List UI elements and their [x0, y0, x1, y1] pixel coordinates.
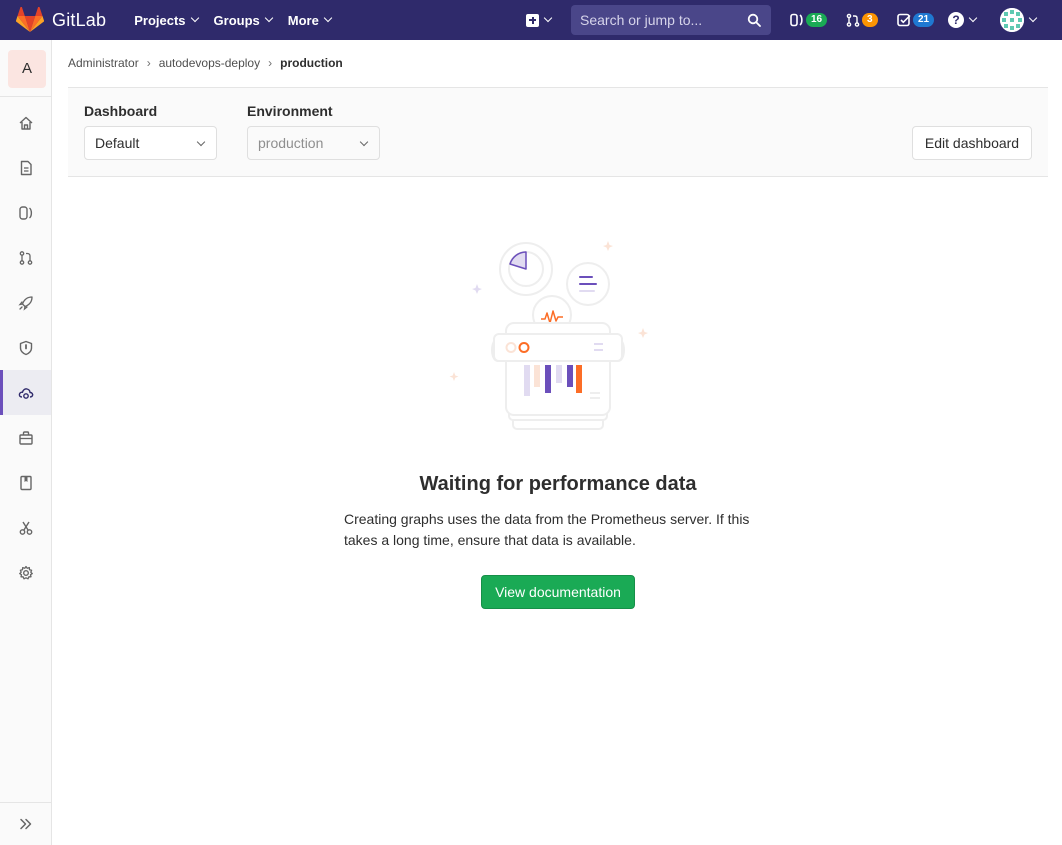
brand-link[interactable]: GitLab	[16, 0, 106, 40]
project-avatar[interactable]: A	[8, 50, 46, 88]
todo-check-icon	[897, 13, 911, 27]
environment-dropdown-value: production	[258, 135, 324, 151]
sidebar-divider	[0, 96, 51, 97]
dashboard-dropdown[interactable]: Default	[84, 126, 217, 160]
identicon-icon	[1000, 8, 1024, 32]
dashboard-controls: Dashboard Default Environment production…	[68, 87, 1048, 177]
dashboard-dropdown-value: Default	[95, 135, 140, 151]
sidebar-item-wiki[interactable]	[0, 460, 51, 505]
menu-groups-label: Groups	[213, 12, 260, 28]
sidebar-item-cicd[interactable]	[0, 280, 51, 325]
merge-requests-count-badge: 3	[862, 13, 878, 27]
sidebar-item-security[interactable]	[0, 325, 51, 370]
breadcrumb-namespace[interactable]: Administrator	[68, 56, 139, 70]
chevron-down-icon	[359, 137, 369, 147]
todos-counter[interactable]: 21	[897, 0, 935, 40]
merge-request-icon	[19, 250, 32, 265]
menu-projects-label: Projects	[134, 12, 186, 28]
sidebar-item-packages[interactable]	[0, 415, 51, 460]
repository-icon	[20, 160, 32, 175]
view-documentation-button[interactable]: View documentation	[481, 575, 635, 609]
issues-count-badge: 16	[806, 13, 828, 27]
shield-icon	[19, 340, 32, 355]
question-mark-icon: ?	[948, 12, 964, 28]
chevron-down-icon	[196, 137, 206, 147]
project-sidebar: A	[0, 40, 52, 845]
environment-label: Environment	[247, 103, 333, 119]
monitoring-illustration	[449, 241, 648, 430]
chevron-down-icon	[968, 13, 978, 23]
search-box	[571, 5, 771, 35]
todos-count-badge: 21	[913, 13, 935, 27]
issues-icon	[790, 13, 803, 27]
merge-requests-counter[interactable]: 3	[846, 0, 878, 40]
environment-dropdown[interactable]: production	[247, 126, 380, 160]
user-menu-button[interactable]	[1000, 0, 1038, 40]
collapse-sidebar-button[interactable]	[0, 802, 51, 845]
snippets-icon	[19, 521, 32, 535]
breadcrumb-project[interactable]: autodevops-deploy	[159, 56, 260, 70]
edit-dashboard-button[interactable]: Edit dashboard	[912, 126, 1032, 160]
menu-more[interactable]: More	[280, 0, 339, 40]
issues-counter[interactable]: 16	[790, 0, 828, 40]
breadcrumb-separator-icon: ›	[268, 56, 273, 70]
chevron-down-icon	[264, 13, 274, 23]
empty-state-title: Waiting for performance data	[419, 473, 697, 495]
dashboard-label: Dashboard	[84, 103, 158, 119]
breadcrumb-current[interactable]: production	[280, 56, 343, 70]
sidebar-item-repository[interactable]	[0, 145, 51, 190]
home-icon	[19, 116, 32, 130]
breadcrumb-separator-icon: ›	[146, 56, 151, 70]
sidebar-item-project-overview[interactable]	[0, 100, 51, 145]
search-input[interactable]	[580, 12, 740, 28]
merge-request-icon	[846, 13, 860, 27]
chevron-down-icon	[543, 13, 553, 23]
rocket-icon	[17, 295, 33, 311]
double-chevron-right-icon	[19, 818, 31, 830]
new-item-button[interactable]	[520, 0, 557, 40]
chevron-down-icon	[190, 13, 199, 23]
brand-name: GitLab	[52, 9, 107, 30]
avatar	[1000, 8, 1024, 32]
chevron-down-icon	[1028, 13, 1038, 23]
plus-square-icon	[526, 13, 539, 27]
sidebar-item-settings[interactable]	[0, 550, 51, 595]
menu-groups[interactable]: Groups	[206, 0, 280, 40]
cloud-gear-icon	[18, 387, 33, 399]
sidebar-item-operations[interactable]	[0, 370, 51, 415]
menu-more-label: More	[287, 12, 319, 28]
sidebar-item-issues[interactable]	[0, 190, 51, 235]
empty-state-description: Creating graphs uses the data from the P…	[344, 511, 750, 548]
package-icon	[18, 430, 33, 445]
sidebar-item-merge-requests[interactable]	[0, 235, 51, 280]
issues-icon	[18, 205, 32, 220]
settings-icon	[18, 565, 33, 579]
book-icon	[19, 475, 32, 490]
top-navbar: GitLab Projects Groups More 16	[0, 0, 1062, 40]
navbar-right: 16 3 21 ?	[520, 0, 1038, 40]
gitlab-logo-icon	[16, 7, 44, 32]
search-icon[interactable]	[747, 13, 761, 27]
sidebar-item-snippets[interactable]	[0, 505, 51, 550]
help-button[interactable]: ?	[948, 0, 978, 40]
main-menu: Projects Groups More	[126, 0, 339, 40]
breadcrumb: Administrator › autodevops-deploy › prod…	[68, 56, 343, 70]
chevron-down-icon	[323, 13, 333, 23]
menu-projects[interactable]: Projects	[126, 0, 205, 40]
